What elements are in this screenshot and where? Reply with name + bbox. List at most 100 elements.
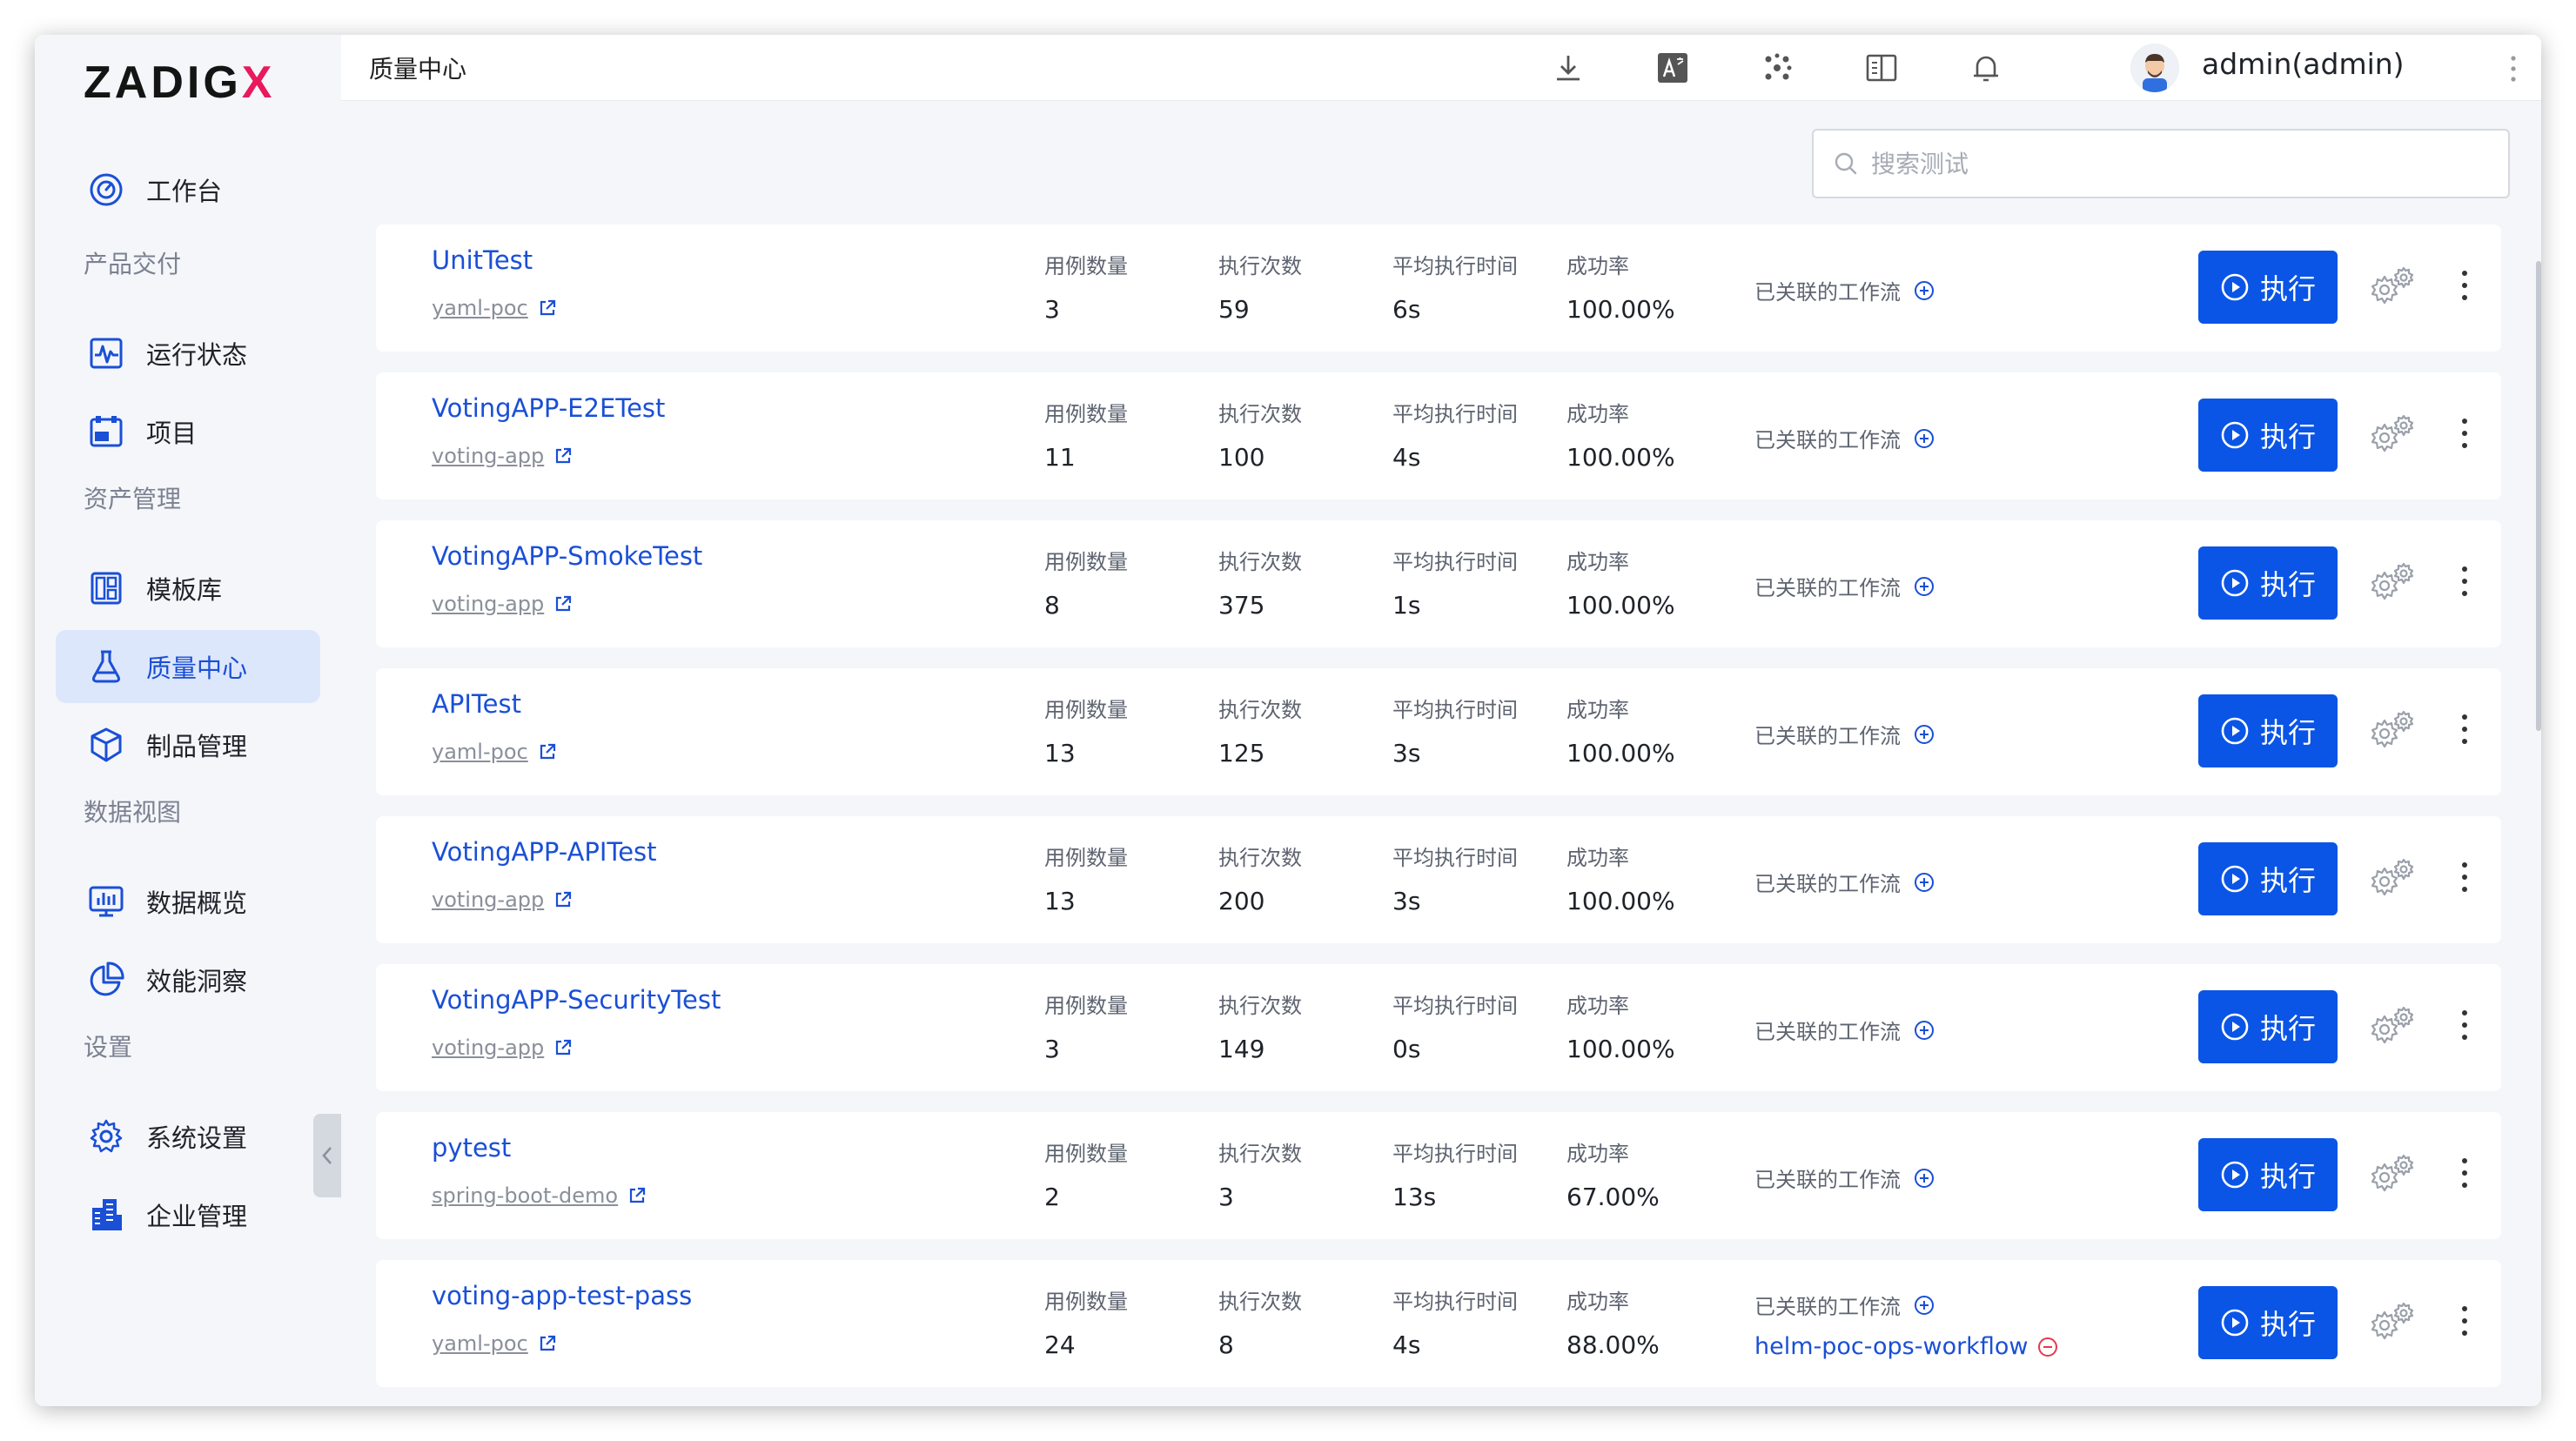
test-project-link[interactable]: spring-boot-demo	[432, 1183, 647, 1208]
more-actions-icon[interactable]	[2458, 1304, 2472, 1338]
project-name[interactable]: yaml-poc	[432, 740, 528, 764]
external-link-icon[interactable]	[553, 1037, 574, 1058]
add-circle-icon[interactable]	[1913, 723, 1935, 746]
docs-button[interactable]	[1862, 49, 1901, 87]
test-name-link[interactable]: voting-app-test-pass	[432, 1281, 692, 1310]
add-circle-icon[interactable]	[1913, 427, 1935, 450]
sidebar-item-enterprise[interactable]: 企业管理	[56, 1178, 320, 1251]
run-test-button[interactable]: 执行	[2198, 842, 2338, 915]
scrollbar[interactable]	[2536, 261, 2541, 731]
more-vertical-icon[interactable]	[2505, 54, 2522, 84]
stat-value: 3	[1044, 295, 1060, 324]
test-name-link[interactable]: VotingAPP-SecurityTest	[432, 985, 721, 1015]
project-name[interactable]: spring-boot-demo	[432, 1183, 618, 1208]
settings-gear-icon[interactable]	[2365, 855, 2419, 903]
plugins-button[interactable]	[1758, 49, 1796, 87]
download-button[interactable]	[1549, 49, 1587, 87]
sidebar-item-insights[interactable]: 效能洞察	[56, 943, 320, 1016]
run-test-button[interactable]: 执行	[2198, 1138, 2338, 1211]
add-circle-icon[interactable]	[1913, 279, 1935, 302]
settings-gear-icon[interactable]	[2365, 263, 2419, 312]
test-name-link[interactable]: pytest	[432, 1133, 511, 1163]
settings-gear-icon[interactable]	[2365, 1150, 2419, 1199]
more-actions-icon[interactable]	[2458, 860, 2472, 895]
stat-label: 平均执行时间	[1392, 254, 1518, 278]
more-actions-icon[interactable]	[2458, 416, 2472, 451]
linked-workflow-item[interactable]: helm-poc-ops-workflow	[1754, 1333, 2059, 1360]
notifications-button[interactable]	[1967, 49, 2005, 87]
apps-icon	[1765, 53, 1792, 80]
sidebar-item-quality-center[interactable]: 质量中心	[56, 630, 320, 703]
project-name[interactable]: voting-app	[432, 592, 544, 616]
add-circle-icon[interactable]	[1913, 871, 1935, 894]
test-name-link[interactable]: VotingAPP-APITest	[432, 837, 657, 867]
test-project-link[interactable]: yaml-poc	[432, 296, 558, 320]
test-project-link[interactable]: voting-app	[432, 888, 574, 912]
user-name[interactable]: admin(admin)	[2202, 47, 2405, 81]
settings-gear-icon[interactable]	[2365, 559, 2419, 607]
zadigx-logo[interactable]: ZADIG X	[84, 52, 275, 113]
more-actions-icon[interactable]	[2458, 268, 2472, 303]
test-project-link[interactable]: voting-app	[432, 444, 574, 468]
section-title: 产品交付	[84, 250, 182, 278]
test-name-link[interactable]: UnitTest	[432, 245, 533, 275]
external-link-icon[interactable]	[553, 593, 574, 614]
remove-circle-icon[interactable]	[2036, 1336, 2059, 1358]
stat-value: 4s	[1392, 443, 1421, 472]
settings-gear-icon[interactable]	[2365, 411, 2419, 459]
test-project-link[interactable]: voting-app	[432, 1036, 574, 1060]
more-actions-icon[interactable]	[2458, 1008, 2472, 1042]
add-circle-icon[interactable]	[1913, 1294, 1935, 1317]
run-test-button[interactable]: 执行	[2198, 990, 2338, 1063]
add-circle-icon[interactable]	[1913, 1167, 1935, 1190]
sidebar-item-artifacts[interactable]: 制品管理	[56, 708, 320, 781]
test-name-link[interactable]: APITest	[432, 689, 521, 719]
settings-gear-icon[interactable]	[2365, 707, 2419, 755]
add-circle-icon[interactable]	[1913, 575, 1935, 598]
run-test-button[interactable]: 执行	[2198, 546, 2338, 620]
sidebar-item-templates[interactable]: 模板库	[56, 552, 320, 625]
more-actions-icon[interactable]	[2458, 564, 2472, 599]
stat-runs: 执行次数 200	[1218, 841, 1302, 915]
settings-gear-icon[interactable]	[2365, 1002, 2419, 1051]
run-test-button[interactable]: 执行	[2198, 251, 2338, 324]
sidebar-item-label: 工作台	[146, 177, 223, 206]
project-name[interactable]: voting-app	[432, 888, 544, 912]
settings-gear-icon[interactable]	[2365, 1298, 2419, 1347]
external-link-icon[interactable]	[537, 1333, 558, 1354]
sidebar-item-projects[interactable]: 项目	[56, 395, 320, 468]
external-link-icon[interactable]	[553, 446, 574, 466]
test-project-link[interactable]: yaml-poc	[432, 740, 558, 764]
test-project-link[interactable]: voting-app	[432, 592, 574, 616]
project-name[interactable]: yaml-poc	[432, 296, 528, 320]
search-input[interactable]	[1871, 149, 2480, 178]
test-name-link[interactable]: VotingAPP-E2ETest	[432, 393, 665, 423]
project-name[interactable]: voting-app	[432, 444, 544, 468]
run-test-button[interactable]: 执行	[2198, 694, 2338, 767]
add-circle-icon[interactable]	[1913, 1019, 1935, 1042]
more-actions-icon[interactable]	[2458, 1156, 2472, 1190]
workflow-name[interactable]: helm-poc-ops-workflow	[1754, 1333, 2028, 1360]
more-actions-icon[interactable]	[2458, 712, 2472, 747]
run-test-button[interactable]: 执行	[2198, 1286, 2338, 1359]
stat-runs: 执行次数 375	[1218, 545, 1302, 620]
search-box[interactable]	[1812, 129, 2510, 198]
test-name-link[interactable]: VotingAPP-SmokeTest	[432, 541, 702, 571]
external-link-icon[interactable]	[553, 889, 574, 910]
sidebar-item-data-overview[interactable]: 数据概览	[56, 865, 320, 938]
sidebar-item-workbench[interactable]: 工作台	[56, 153, 320, 226]
sidebar-collapse-button[interactable]	[313, 1114, 341, 1197]
avatar[interactable]	[2130, 44, 2179, 92]
run-test-button[interactable]: 执行	[2198, 399, 2338, 472]
language-button[interactable]	[1654, 49, 1692, 87]
project-name[interactable]: voting-app	[432, 1036, 544, 1060]
download-icon	[1557, 56, 1580, 81]
test-project-link[interactable]: yaml-poc	[432, 1331, 558, 1356]
external-link-icon[interactable]	[537, 298, 558, 318]
external-link-icon[interactable]	[627, 1185, 647, 1206]
sidebar-item-runtime[interactable]: 运行状态	[56, 317, 320, 390]
section-title: 数据视图	[84, 798, 182, 827]
project-name[interactable]: yaml-poc	[432, 1331, 528, 1356]
sidebar-item-system-settings[interactable]: 系统设置	[56, 1100, 320, 1173]
external-link-icon[interactable]	[537, 741, 558, 762]
